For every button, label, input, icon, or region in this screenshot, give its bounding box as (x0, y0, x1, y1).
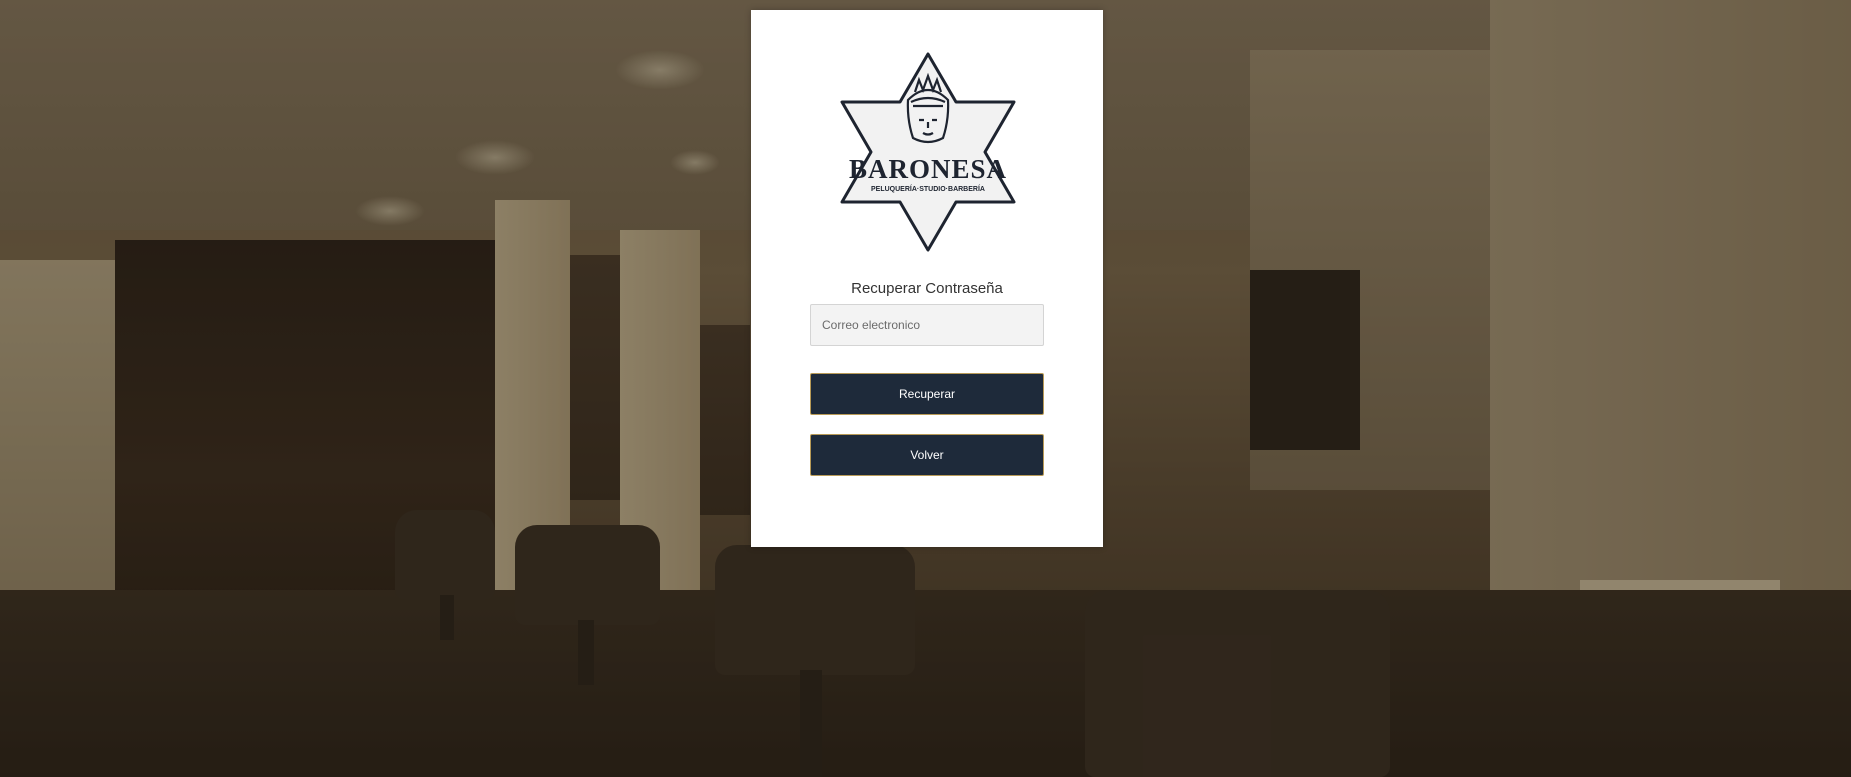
back-button[interactable]: Volver (810, 434, 1044, 476)
recover-button[interactable]: Recuperar (810, 373, 1044, 415)
password-recovery-card: BARONESA PELUQUERÍA·STUDIO·BARBERÍA Recu… (751, 10, 1103, 547)
logo-tagline-text: PELUQUERÍA·STUDIO·BARBERÍA (871, 184, 985, 193)
baronesa-logo: BARONESA PELUQUERÍA·STUDIO·BARBERÍA (840, 52, 1016, 252)
email-field[interactable] (810, 304, 1044, 346)
page-title: Recuperar Contraseña (851, 280, 1003, 297)
logo-brand-text: BARONESA (849, 154, 1007, 184)
